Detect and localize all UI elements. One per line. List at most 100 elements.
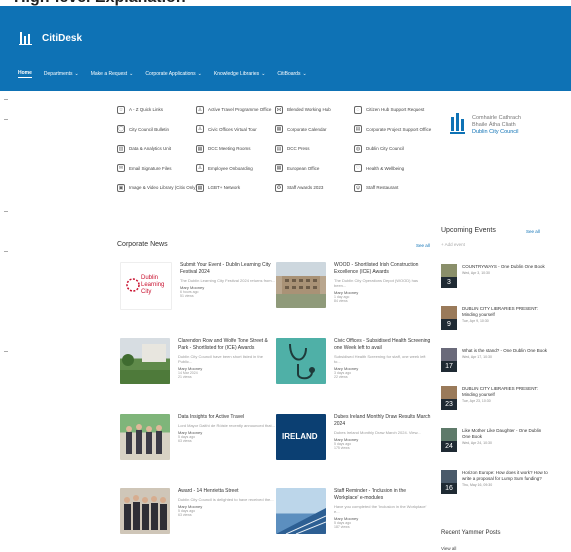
news-item[interactable]: WOOD - Shortlisted Irish Construction Ex… [276, 262, 431, 308]
dublin-city-council-logo: Comhairle Cathrach Bhaile Átha Cliath Du… [450, 113, 521, 137]
top-nav: Home Departments ⌄ Make a Request ⌄ Corpor… [18, 70, 307, 78]
news-summary: Subsidised Health Screening for staff, o… [334, 354, 426, 364]
nav-make-a-request[interactable]: Make a Request ⌄ [91, 70, 134, 78]
news-item[interactable]: Dublin Learning City Submit Your Event -… [120, 262, 275, 310]
event-day: 9 [441, 319, 457, 330]
quick-link[interactable]: ◯ City Council Bulletin [117, 120, 196, 140]
news-title[interactable]: WOOD - Shortlisted Irish Construction Ex… [334, 262, 431, 276]
grid-icon: ▦ [196, 144, 204, 153]
network-icon: ⋈ [275, 105, 283, 114]
event-item[interactable]: 3 COUNTRYWAYS - One Dublin One Book Wed, … [441, 264, 548, 288]
quick-link[interactable]: ✉ Email Signature Files [117, 159, 196, 179]
nav-home[interactable]: Home [18, 70, 32, 78]
mail-icon: ✉ [117, 164, 125, 173]
logo-line-english: Dublin City Council [472, 128, 519, 135]
event-item[interactable]: 16 Horizon Europe: How does it work? How… [441, 470, 548, 494]
chevron-down-icon: ⌄ [74, 71, 79, 77]
board-icon: ▤ [354, 125, 362, 134]
event-item[interactable]: 24 Like Mother Like Daughter - One Dubli… [441, 428, 548, 452]
news-views: 22 views [334, 375, 348, 379]
news-title[interactable]: Data Insights for Active Travel [178, 414, 275, 421]
event-date: Wed, Apr 3, 10:30 [462, 271, 490, 275]
news-views: 187 views [334, 525, 350, 529]
quick-link[interactable]: ◍ Dublin City Council [354, 139, 433, 159]
left-rail [0, 91, 12, 552]
quick-link[interactable]: ▦ European Office [275, 159, 354, 179]
chevron-down-icon: ⌄ [129, 71, 134, 77]
news-item[interactable]: Data Insights for Active Travel Lord May… [120, 414, 275, 460]
thumbnail-caption: IRELAND [282, 432, 318, 441]
event-title[interactable]: What is the stand? - One Dublin One Book [462, 348, 548, 354]
news-thumbnail: Dublin Learning City [120, 262, 172, 310]
event-thumbnail: 9 [441, 306, 457, 330]
nav-citiboards[interactable]: CitiBoards ⌄ [277, 70, 306, 78]
corporate-news-heading: Corporate News [117, 241, 168, 248]
nav-departments[interactable]: Departments ⌄ [44, 70, 79, 78]
event-title[interactable]: COUNTRYWAYS - One Dublin One Book [462, 264, 548, 270]
news-title[interactable]: Staff Reminder - 'Inclusion in the Workp… [334, 488, 431, 502]
globe-icon: ◍ [354, 144, 362, 153]
quick-link[interactable]: ♙ Employee Onboarding [196, 159, 275, 179]
quick-link[interactable]: ♡ Health & Wellbeing [354, 159, 433, 179]
quick-link[interactable]: ▦ Corporate Calendar [275, 120, 354, 140]
quick-link[interactable]: ✪ Staff Awards 2023 [275, 178, 354, 198]
star-icon: ☆ [117, 105, 125, 114]
news-title[interactable]: Award - 14 Henrietta Street [178, 488, 274, 495]
nav-corporate-applications[interactable]: Corporate Applications ⌄ [145, 70, 202, 78]
news-summary: Have you completed the 'Inclusion in the… [334, 504, 427, 514]
events-see-all-link[interactable]: See all [526, 229, 540, 234]
event-item[interactable]: 23 DUBLIN CITY LIBRARIES PRESENT: Mindin… [441, 386, 548, 410]
citidesk-logo-icon [18, 30, 34, 46]
quick-link[interactable]: ▥ Data & Analytics Unit [117, 139, 196, 159]
news-title[interactable]: Civic Offices - Subsidised Health Screen… [334, 338, 431, 352]
brand[interactable]: CitiDesk [18, 30, 82, 46]
news-item[interactable]: Award - 14 Henrietta Street Dublin City … [120, 488, 275, 534]
yammer-view-all-link[interactable]: View all [441, 546, 456, 551]
news-title[interactable]: Submit Your Event - Dublin Learning City… [180, 262, 275, 276]
news-title[interactable]: Dubes Ireland Monthly Draw Results March… [334, 414, 431, 428]
event-item[interactable]: 17 What is the stand? - One Dublin One B… [441, 348, 548, 372]
quick-link[interactable]: ▣ Image & Video Library (Citix Only) [117, 178, 197, 198]
news-item[interactable]: Staff Reminder - 'Inclusion in the Workp… [276, 488, 431, 534]
quick-link[interactable]: ▤ DCC Press [275, 139, 354, 159]
quick-link[interactable]: ▦ LGBT+ Network [196, 178, 275, 198]
thumbnail-caption: Dublin Learning City [141, 275, 165, 295]
quick-links: ☆ A - Z Quick Links ♙ Active Travel Progra… [117, 100, 433, 198]
event-title[interactable]: Like Mother Like Daughter - One Dublin O… [462, 428, 548, 440]
event-item[interactable]: 9 DUBLIN CITY LIBRARIES PRESENT: Minding… [441, 306, 548, 330]
cutlery-icon: ψ [354, 183, 362, 192]
news-thumbnail [276, 262, 326, 308]
event-thumbnail: 17 [441, 348, 457, 372]
event-date: Wed, Apr 24, 10:30 [462, 441, 492, 445]
quick-link[interactable]: ☆ A - Z Quick Links [117, 100, 196, 120]
quick-link[interactable]: ▤ Corporate Project Support Office [354, 120, 433, 140]
quick-link[interactable]: ♙ Active Travel Programme Office [196, 100, 275, 120]
person-icon: ♙ [196, 105, 204, 114]
event-title[interactable]: DUBLIN CITY LIBRARIES PRESENT: Minding y… [462, 386, 548, 398]
event-title[interactable]: Horizon Europe: How does it work? How to… [462, 470, 548, 482]
chat-icon: ◯ [117, 125, 125, 134]
quick-link[interactable]: ⋈ Blended Working Hub [275, 100, 354, 120]
news-summary: Dublin City Council have been short list… [178, 354, 263, 364]
people-photo [126, 424, 162, 454]
event-day: 3 [441, 277, 457, 288]
quick-link[interactable]: ψ Staff Restaurant [354, 178, 433, 198]
quick-link[interactable]: ◌ Citizen Hub Support Request [354, 100, 433, 120]
quick-link[interactable]: ▦ DCC Meeting Rooms [196, 139, 275, 159]
chevron-down-icon: ⌄ [302, 71, 307, 77]
event-title[interactable]: DUBLIN CITY LIBRARIES PRESENT: Minding y… [462, 306, 548, 318]
news-item[interactable]: Civic Offices - Subsidised Health Screen… [276, 338, 431, 384]
logo-line-irish-1: Comhairle Cathrach [472, 114, 521, 121]
news-item[interactable]: Clarendon Row and Wolfe Tone Street & Pa… [120, 338, 275, 384]
news-see-all-link[interactable]: See all [416, 243, 430, 248]
add-event-button[interactable]: + Add event [441, 242, 465, 247]
news-title[interactable]: Clarendon Row and Wolfe Tone Street & Pa… [178, 338, 275, 352]
news-views: 63 views [178, 439, 192, 443]
nav-knowledge-libraries[interactable]: Knowledge Libraries ⌄ [214, 70, 266, 78]
chevron-down-icon: ⌄ [197, 71, 202, 77]
image-icon: ▣ [117, 183, 125, 192]
person-icon: ♙ [196, 125, 204, 134]
quick-link[interactable]: ♙ Civic Offices Virtual Tour [196, 120, 275, 140]
group-photo [124, 495, 167, 530]
news-item[interactable]: IRELAND Dubes Ireland Monthly Draw Resul… [276, 414, 431, 460]
